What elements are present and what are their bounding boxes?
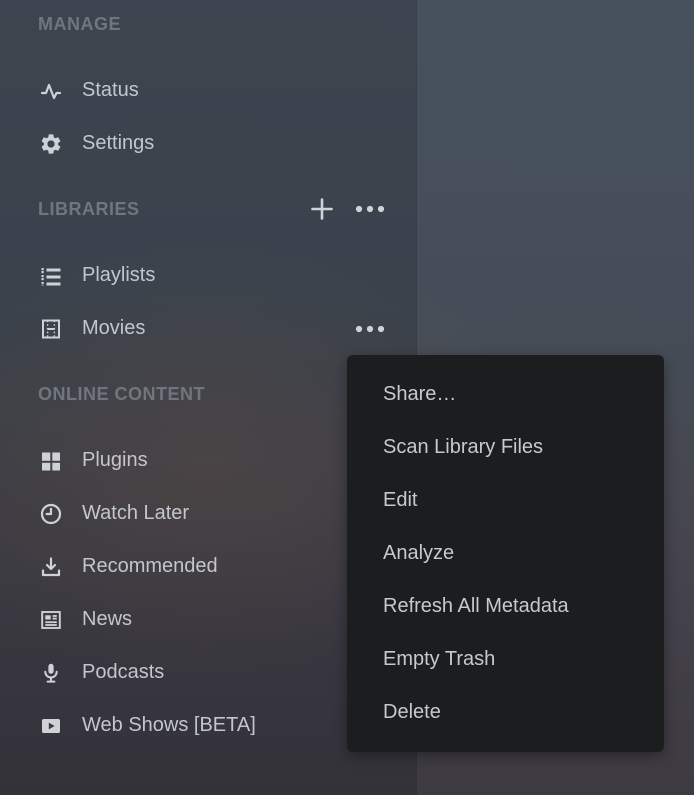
sidebar-section-manage: MANAGE [0,14,417,34]
menu-item-empty-trash[interactable]: Empty Trash [347,633,664,686]
menu-item-scan-library-files[interactable]: Scan Library Files [347,421,664,474]
menu-item-delete[interactable]: Delete [347,686,664,739]
film-icon [38,316,64,342]
more-horizontal-icon [354,204,386,214]
add-library-button[interactable] [308,195,336,223]
section-label: MANAGE [38,14,121,34]
play-video-icon [38,713,64,739]
activity-icon [38,78,64,104]
sidebar-item-label: Recommended [82,555,218,578]
sidebar-item-label: Movies [82,317,145,340]
sidebar-item-playlists[interactable]: Playlists [0,249,417,302]
sidebar-item-label: Settings [82,132,154,155]
menu-item-edit[interactable]: Edit [347,474,664,527]
library-context-menu: Share… Scan Library Files Edit Analyze R… [347,355,664,752]
menu-item-refresh-all-metadata[interactable]: Refresh All Metadata [347,580,664,633]
microphone-icon [38,660,64,686]
menu-item-share[interactable]: Share… [347,368,664,421]
sidebar-item-label: Web Shows [BETA] [82,714,256,737]
sidebar-item-movies[interactable]: Movies [0,302,417,355]
movies-more-button[interactable] [356,315,384,343]
clock-icon [38,501,64,527]
plus-icon [309,196,335,222]
gear-icon [38,131,64,157]
plex-app-window: MANAGE Status Settings LIBRARIES [0,0,694,795]
libraries-more-button[interactable] [356,195,384,223]
sidebar-item-label: Plugins [82,449,148,472]
sidebar-item-label: Status [82,79,139,102]
sidebar-item-settings[interactable]: Settings [0,117,417,170]
more-horizontal-icon [354,324,386,334]
section-label: LIBRARIES [38,199,140,219]
section-label: ONLINE CONTENT [38,384,205,404]
grid-icon [38,448,64,474]
download-icon [38,554,64,580]
sidebar-item-label: News [82,608,132,631]
sidebar-item-label: Playlists [82,264,155,287]
newspaper-icon [38,607,64,633]
sidebar-item-label: Watch Later [82,502,189,525]
sidebar-item-status[interactable]: Status [0,64,417,117]
sidebar-section-libraries: LIBRARIES [0,199,417,219]
playlist-icon [38,263,64,289]
menu-item-analyze[interactable]: Analyze [347,527,664,580]
libraries-header-actions [308,195,384,223]
sidebar-item-label: Podcasts [82,661,164,684]
